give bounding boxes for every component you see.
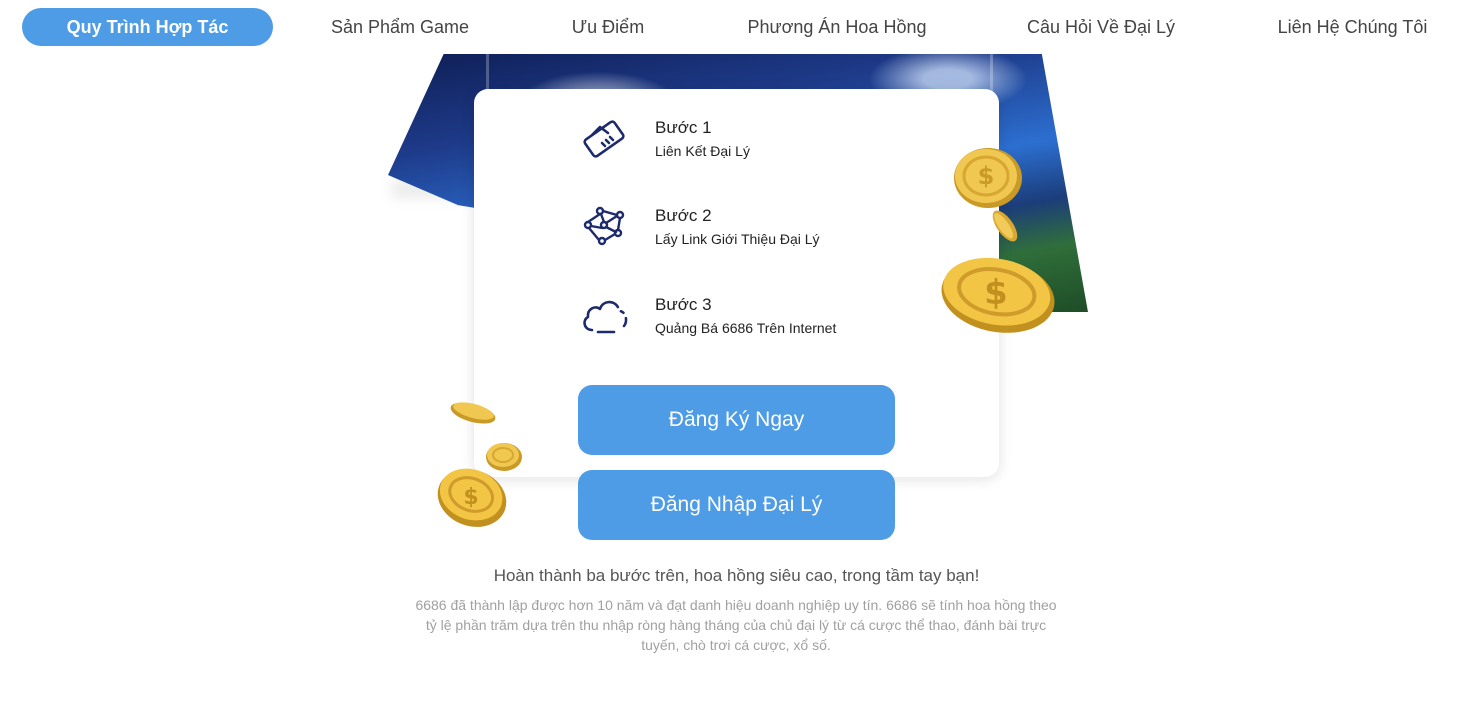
coin-icon [992,210,1018,242]
register-button[interactable]: Đăng Ký Ngay [578,385,895,455]
handshake-icon [578,113,632,167]
nav-item-advantages[interactable]: Ưu Điểm [528,8,688,46]
step-3: Bước 3 Quảng Bá 6686 Trên Internet [578,290,918,344]
coin-icon: $ [437,468,507,527]
nav-item-agent-faq[interactable]: Câu Hỏi Về Đại Lý [1000,8,1202,46]
svg-text:$: $ [978,162,995,190]
nav-item-cooperation-process[interactable]: Quy Trình Hợp Tác [22,8,273,46]
step-1-description: Liên Kết Đại Lý [655,143,750,159]
promo-description: 6686 đã thành lập được hơn 10 năm và đạt… [415,597,1057,653]
cloud-icon [578,290,632,344]
svg-text:$: $ [984,273,1008,313]
step-3-title: Bước 3 [655,295,712,314]
network-icon [578,201,632,255]
step-1-title: Bước 1 [655,118,712,137]
step-3-description: Quảng Bá 6686 Trên Internet [655,320,837,336]
step-2-title: Bước 2 [655,206,712,225]
svg-text:$: $ [463,485,478,510]
nav-item-commission-plan[interactable]: Phương Án Hoa Hồng [722,8,952,46]
step-1: Bước 1 Liên Kết Đại Lý [578,113,918,167]
top-nav: Quy Trình Hợp Tác Sản Phẩm Game Ưu Điểm … [0,0,1473,54]
step-2: Bước 2 Lấy Link Giới Thiệu Đại Lý [578,201,918,255]
page: Quy Trình Hợp Tác Sản Phẩm Game Ưu Điểm … [0,0,1473,709]
coin-icon: $ [941,257,1055,333]
coin-icon: $ [954,148,1022,208]
promo-headline: Hoàn thành ba bước trên, hoa hồng siêu c… [493,566,980,585]
nav-item-contact-us[interactable]: Liên Hệ Chúng Tôi [1250,8,1455,46]
agent-login-button[interactable]: Đăng Nhập Đại Lý [578,470,895,540]
nav-item-game-products[interactable]: Sản Phẩm Game [300,8,500,46]
step-2-description: Lấy Link Giới Thiệu Đại Lý [655,231,820,247]
coin-icon [450,402,496,424]
